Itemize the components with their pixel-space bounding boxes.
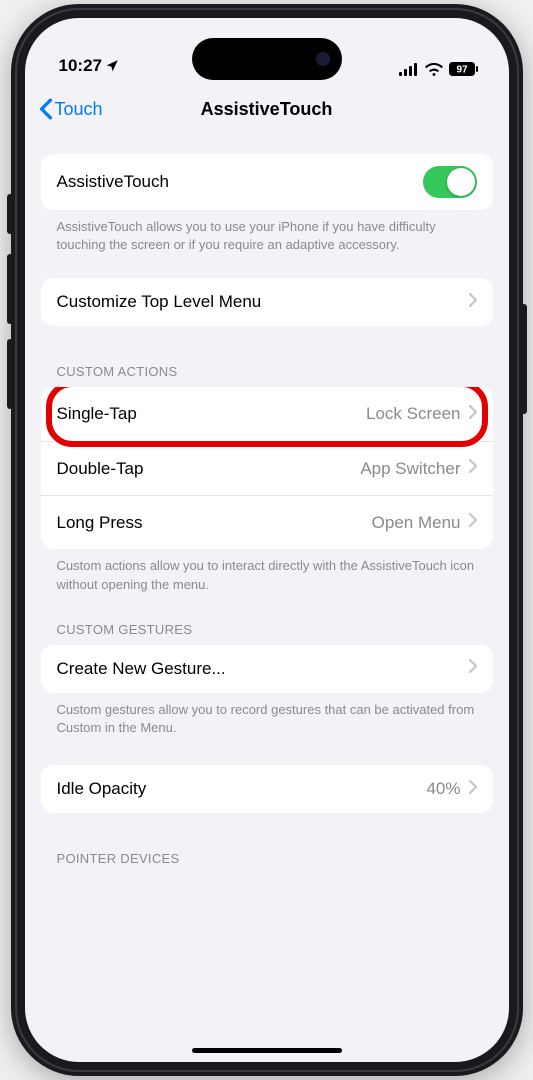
custom-gestures-footer: Custom gestures allow you to record gest… (41, 693, 493, 737)
power-button (521, 304, 527, 414)
custom-gestures-header: CUSTOM GESTURES (41, 622, 493, 645)
cellular-icon (399, 63, 419, 76)
chevron-left-icon (39, 98, 53, 120)
custom-actions-header: CUSTOM ACTIONS (41, 364, 493, 387)
wifi-icon (425, 63, 443, 76)
nav-bar: Touch AssistiveTouch (25, 80, 509, 138)
location-icon (105, 59, 119, 73)
assistivetouch-footer: AssistiveTouch allows you to use your iP… (41, 210, 493, 254)
double-tap-row[interactable]: Double-Tap App Switcher (41, 441, 493, 495)
chevron-right-icon (469, 459, 477, 478)
back-button[interactable]: Touch (39, 98, 103, 120)
create-gesture-row[interactable]: Create New Gesture... (41, 645, 493, 693)
svg-text:97: 97 (456, 65, 468, 76)
double-tap-label: Double-Tap (57, 459, 144, 479)
page-title: AssistiveTouch (201, 99, 333, 120)
volume-up-button (7, 254, 13, 324)
home-indicator[interactable] (192, 1048, 342, 1053)
single-tap-value: Lock Screen (366, 404, 461, 424)
battery-icon: 97 (449, 62, 479, 76)
assistivetouch-toggle-row[interactable]: AssistiveTouch (41, 154, 493, 210)
assistivetouch-toggle[interactable] (423, 166, 477, 198)
chevron-right-icon (469, 780, 477, 799)
idle-opacity-row[interactable]: Idle Opacity 40% (41, 765, 493, 813)
content: AssistiveTouch AssistiveTouch allows you… (25, 154, 509, 874)
long-press-value: Open Menu (372, 513, 461, 533)
status-time: 10:27 (59, 56, 102, 76)
idle-opacity-label: Idle Opacity (57, 779, 147, 799)
assistivetouch-label: AssistiveTouch (57, 172, 169, 192)
pointer-devices-header: POINTER DEVICES (41, 851, 493, 874)
back-label: Touch (55, 99, 103, 120)
chevron-right-icon (469, 293, 477, 312)
chevron-right-icon (469, 513, 477, 532)
double-tap-value: App Switcher (360, 459, 460, 479)
long-press-row[interactable]: Long Press Open Menu (41, 495, 493, 549)
custom-actions-footer: Custom actions allow you to interact dir… (41, 549, 493, 593)
chevron-right-icon (469, 659, 477, 678)
phone-frame: 10:27 97 Touch (11, 4, 523, 1076)
mute-switch (7, 194, 13, 234)
single-tap-row[interactable]: Single-Tap Lock Screen (41, 387, 493, 441)
single-tap-label: Single-Tap (57, 404, 137, 424)
screen: 10:27 97 Touch (25, 18, 509, 1062)
customize-menu-row[interactable]: Customize Top Level Menu (41, 278, 493, 326)
volume-down-button (7, 339, 13, 409)
dynamic-island (192, 38, 342, 80)
long-press-label: Long Press (57, 513, 143, 533)
create-gesture-label: Create New Gesture... (57, 659, 226, 679)
idle-opacity-value: 40% (426, 779, 460, 799)
chevron-right-icon (469, 405, 477, 424)
customize-menu-label: Customize Top Level Menu (57, 292, 262, 312)
